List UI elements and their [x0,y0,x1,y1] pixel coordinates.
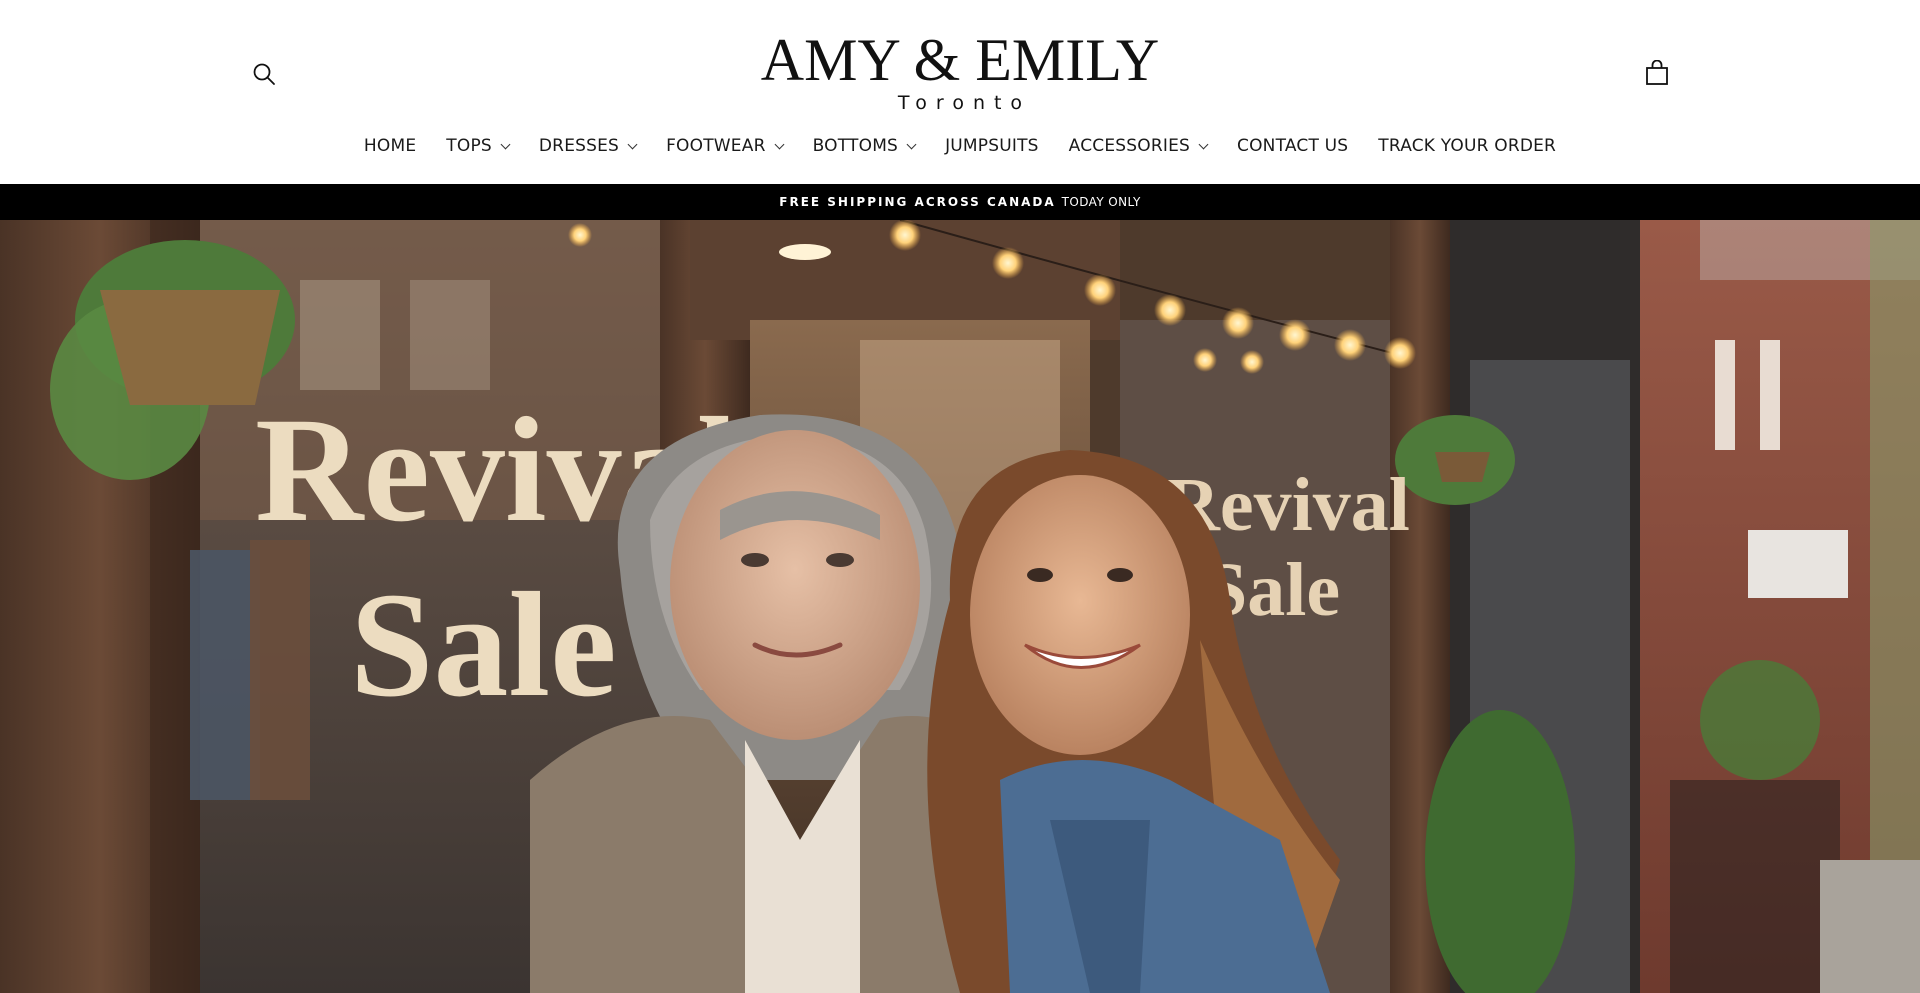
hero-image: Revival Sale Revival Sale [0,220,1920,993]
logo-wordmark: AMY & EMILY [760,27,1160,93]
nav-item-label: JUMPSUITS [945,136,1039,156]
search-button[interactable] [248,58,280,90]
chevron-down-icon [906,139,917,149]
nav-item-dresses[interactable]: DRESSES [524,131,651,161]
announcement-bar: FREE SHIPPING ACROSS CANADA TODAY ONLY [0,184,1920,220]
site-header: AMY & EMILY Toronto HOME TOPS DRESSES FO… [0,0,1920,184]
nav-item-tops[interactable]: TOPS [431,131,524,161]
nav-item-label: TRACK YOUR ORDER [1378,136,1557,156]
search-icon [253,63,275,85]
cart-button[interactable] [1640,56,1674,90]
nav-item-accessories[interactable]: ACCESSORIES [1054,131,1222,161]
main-navigation: HOME TOPS DRESSES FOOTWEAR BOTTOMS JUMPS… [0,131,1920,161]
chevron-down-icon [774,139,785,149]
shopping-bag-icon [1646,60,1668,85]
hero-banner[interactable]: Revival Sale Revival Sale [0,220,1920,993]
chevron-down-icon [627,139,638,149]
nav-item-contact-us[interactable]: CONTACT US [1222,131,1363,161]
nav-item-label: CONTACT US [1237,136,1349,156]
nav-item-track-order[interactable]: TRACK YOUR ORDER [1363,131,1571,161]
nav-item-jumpsuits[interactable]: JUMPSUITS [930,131,1054,161]
logo-city: Toronto [897,92,1032,114]
chevron-down-icon [500,139,511,149]
announcement-text: TODAY ONLY [1061,195,1141,209]
nav-item-label: FOOTWEAR [666,136,766,156]
nav-item-bottoms[interactable]: BOTTOMS [798,131,930,161]
nav-item-label: ACCESSORIES [1068,136,1191,156]
nav-item-label: DRESSES [538,136,620,156]
nav-item-label: HOME [363,136,417,156]
announcement-highlight: FREE SHIPPING ACROSS CANADA [779,195,1056,209]
nav-item-label: TOPS [446,136,492,156]
window-sign-left-line2: Sale [350,562,617,728]
nav-item-home[interactable]: HOME [349,131,431,161]
nav-item-label: BOTTOMS [812,136,899,156]
chevron-down-icon [1198,139,1209,149]
site-logo[interactable]: AMY & EMILY Toronto [760,28,1160,116]
nav-item-footwear[interactable]: FOOTWEAR [651,131,798,161]
